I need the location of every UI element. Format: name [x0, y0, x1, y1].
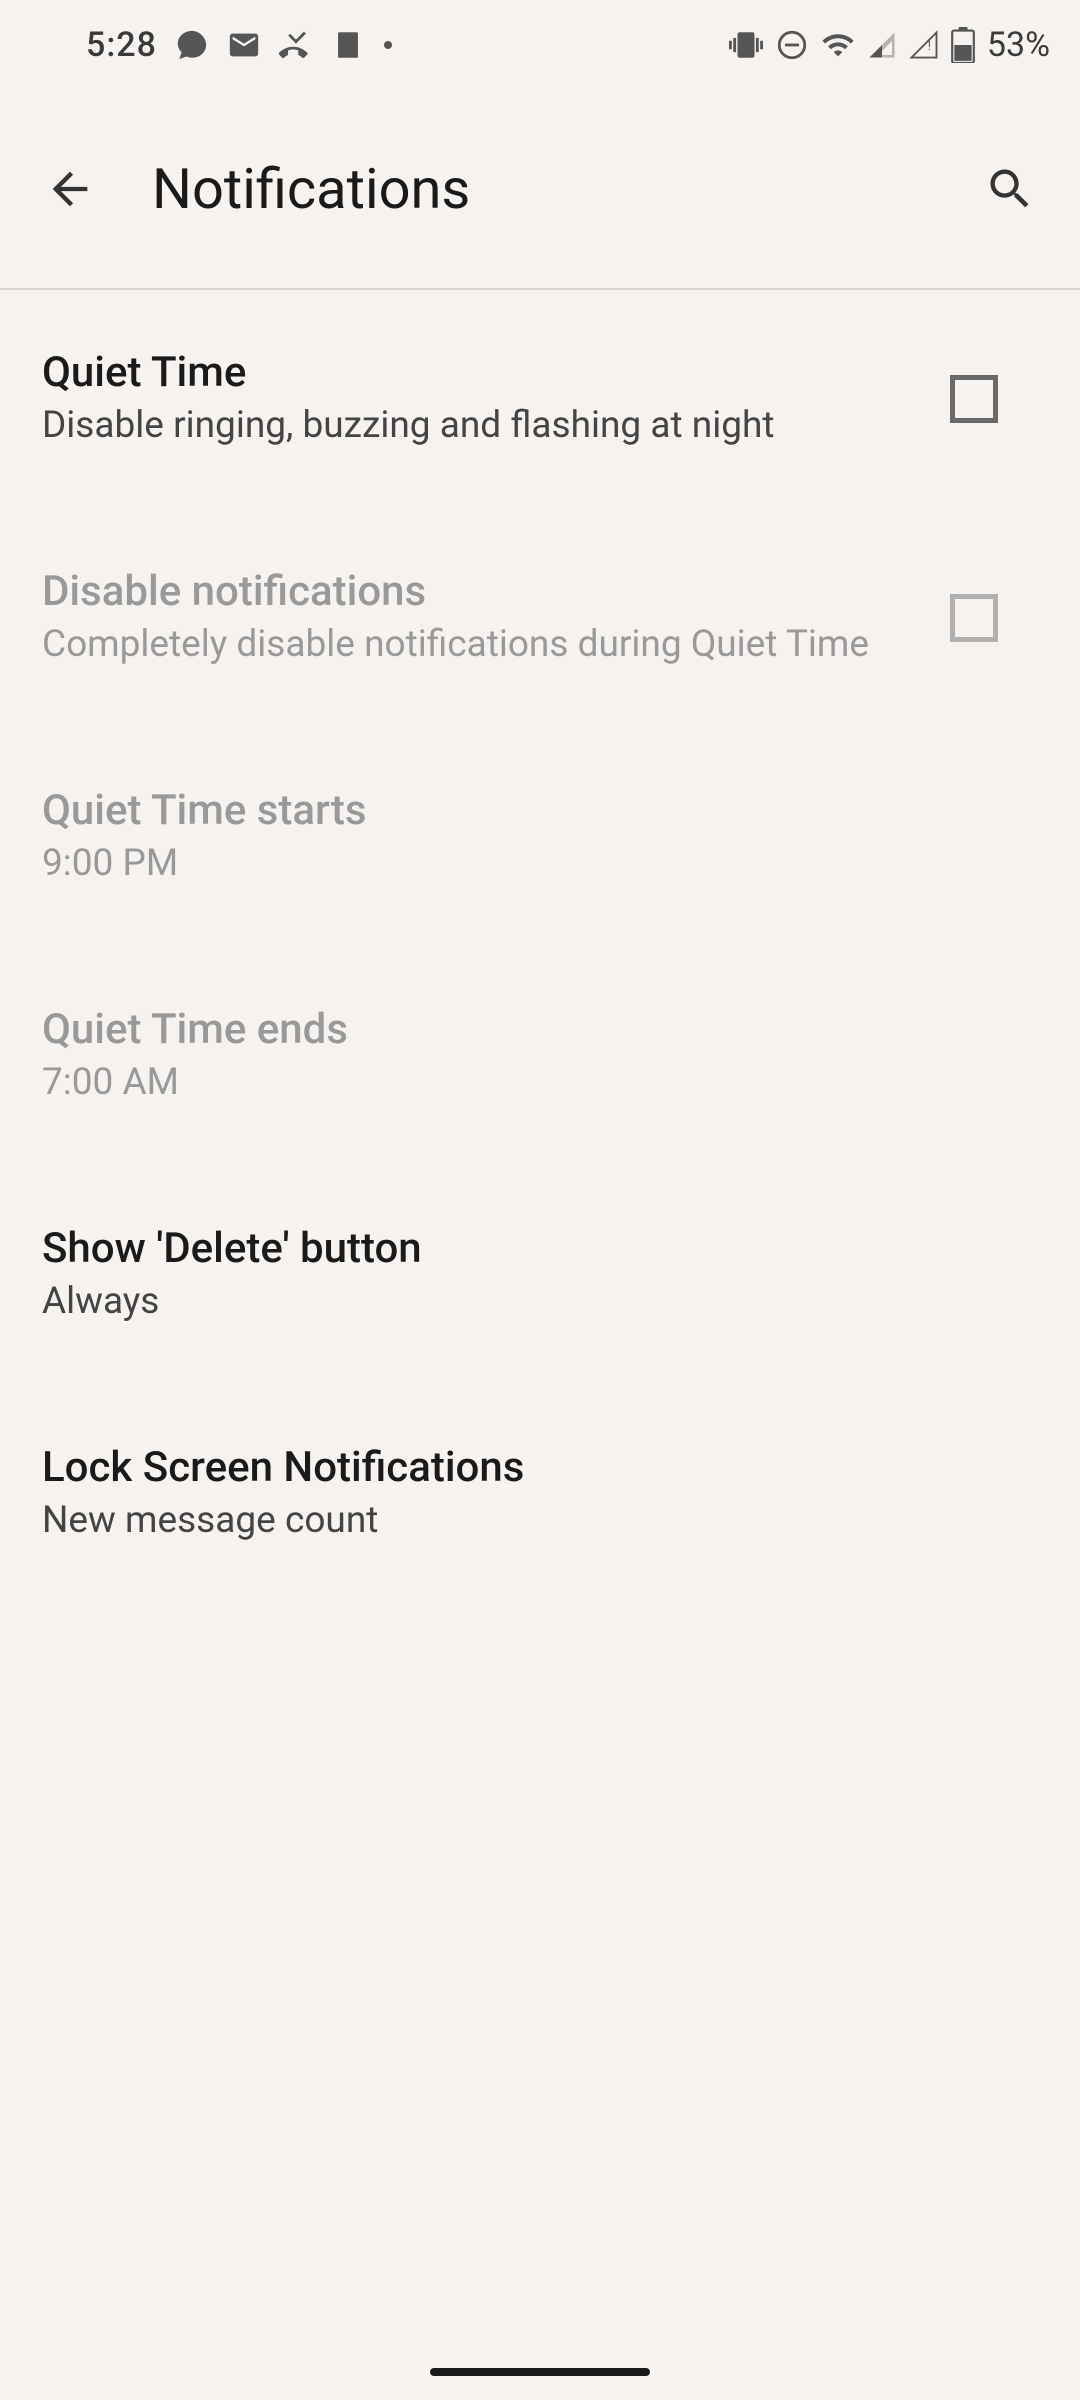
status-bar-right: ! 53%	[729, 25, 1050, 65]
svg-text:!: !	[928, 39, 931, 54]
document-icon	[331, 28, 365, 62]
back-button[interactable]	[30, 149, 110, 229]
arrow-left-icon	[44, 163, 96, 215]
search-button[interactable]	[970, 149, 1050, 229]
dnd-icon	[775, 28, 809, 62]
setting-subtitle: Always	[42, 1277, 1038, 1327]
missed-call-icon	[279, 28, 313, 62]
signal-1-icon	[867, 30, 897, 60]
setting-text: Show 'Delete' button Always	[42, 1224, 1038, 1327]
status-time: 5:28	[86, 25, 157, 65]
page-title: Notifications	[152, 156, 970, 222]
signal-2-icon: !	[909, 30, 939, 60]
setting-text: Disable notifications Completely disable…	[42, 567, 920, 670]
setting-title: Show 'Delete' button	[42, 1224, 1038, 1273]
status-bar: 5:28 !	[0, 0, 1080, 90]
setting-title: Quiet Time ends	[42, 1005, 1038, 1054]
battery-percent: 53%	[987, 25, 1050, 65]
setting-subtitle: 9:00 PM	[42, 839, 1038, 889]
wifi-icon	[821, 28, 855, 62]
search-icon	[984, 163, 1036, 215]
checkbox[interactable]	[950, 375, 998, 423]
setting-title: Quiet Time	[42, 348, 920, 397]
battery-icon	[951, 27, 975, 63]
setting-quiet-time-ends: Quiet Time ends 7:00 AM	[0, 977, 1080, 1136]
setting-title: Quiet Time starts	[42, 786, 1038, 835]
setting-lock-screen[interactable]: Lock Screen Notifications New message co…	[0, 1415, 1080, 1574]
setting-show-delete[interactable]: Show 'Delete' button Always	[0, 1196, 1080, 1355]
setting-text: Quiet Time Disable ringing, buzzing and …	[42, 348, 920, 451]
dot-icon	[383, 40, 393, 50]
setting-subtitle: 7:00 AM	[42, 1058, 1038, 1108]
setting-text: Quiet Time starts 9:00 PM	[42, 786, 1038, 889]
setting-quiet-time-starts: Quiet Time starts 9:00 PM	[0, 758, 1080, 917]
setting-text: Quiet Time ends 7:00 AM	[42, 1005, 1038, 1108]
chat-icon	[175, 28, 209, 62]
vibrate-icon	[729, 28, 763, 62]
setting-subtitle: Completely disable notifications during …	[42, 620, 920, 670]
nav-handle[interactable]	[430, 2368, 650, 2376]
setting-disable-notifications: Disable notifications Completely disable…	[0, 539, 1080, 698]
checkbox	[950, 594, 998, 642]
settings-list: Quiet Time Disable ringing, buzzing and …	[0, 290, 1080, 1604]
mail-icon	[227, 28, 261, 62]
setting-subtitle: Disable ringing, buzzing and flashing at…	[42, 401, 920, 451]
setting-title: Lock Screen Notifications	[42, 1443, 1038, 1492]
status-bar-left: 5:28	[86, 25, 393, 65]
setting-title: Disable notifications	[42, 567, 920, 616]
setting-subtitle: New message count	[42, 1496, 1038, 1546]
setting-text: Lock Screen Notifications New message co…	[42, 1443, 1038, 1546]
setting-quiet-time[interactable]: Quiet Time Disable ringing, buzzing and …	[0, 320, 1080, 479]
app-bar: Notifications	[0, 90, 1080, 290]
